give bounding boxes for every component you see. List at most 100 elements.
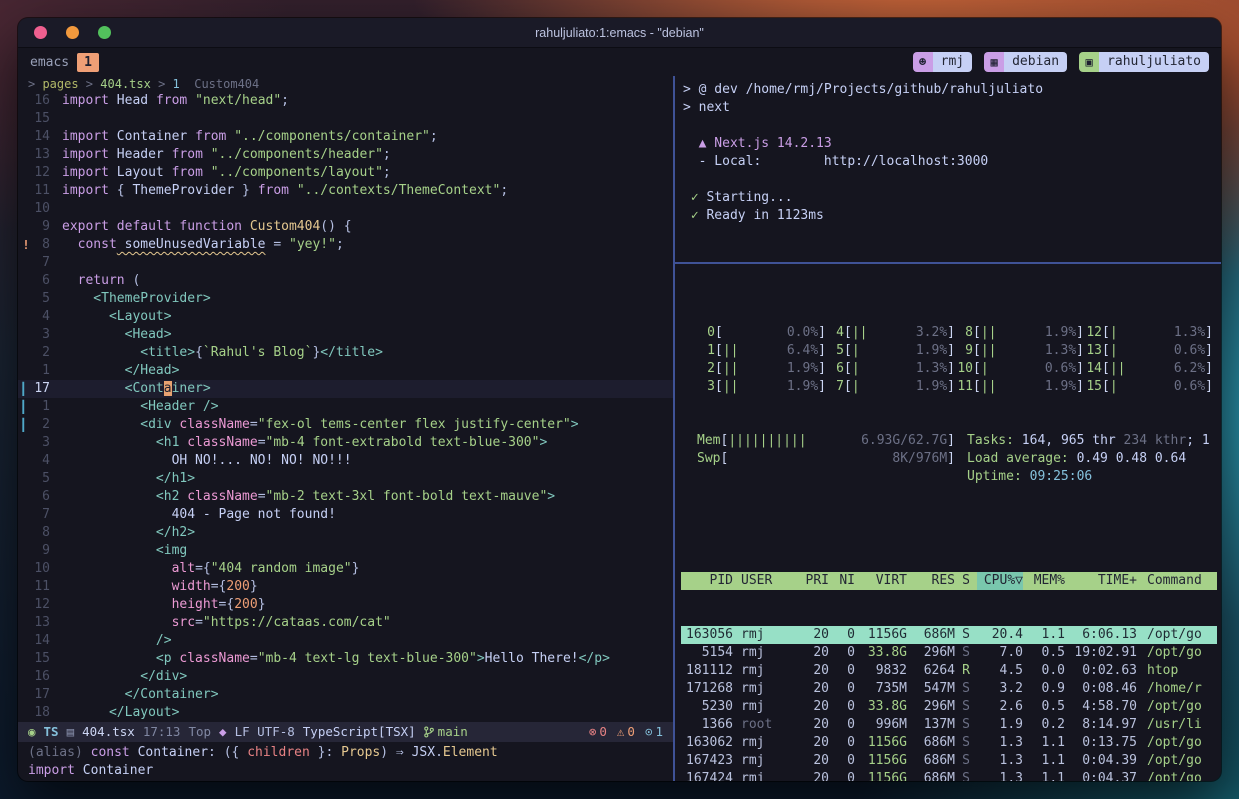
token: 1: [173, 77, 180, 91]
process-row[interactable]: 171268rmj200735M547MS3.20.90:08.46/home/…: [681, 680, 1217, 698]
code-line[interactable]: 16 </div>: [18, 668, 673, 686]
code-line[interactable]: 8 </h2>: [18, 524, 673, 542]
code-line[interactable]: 1 </Head>: [18, 362, 673, 380]
token: "mb-4 font-extrabold text-blue-300": [266, 435, 540, 450]
tmux-status-bar: emacs 1 ☻rmj▦debian▣rahuljuliato: [18, 48, 1221, 76]
code-line[interactable]: 7: [18, 254, 673, 272]
column-header-time[interactable]: TIME+: [1065, 572, 1137, 590]
maximize-button[interactable]: [98, 26, 111, 39]
process-row[interactable]: 167423rmj2001156G686MS1.31.10:04.39/opt/…: [681, 752, 1217, 770]
code-line[interactable]: 9export default function Custom404() {: [18, 218, 673, 236]
code-text: </h1>: [62, 470, 195, 488]
cell-ni: 0: [829, 698, 855, 716]
memory-meter: Mem[||||||||||6.93G/62.7G]: [697, 432, 955, 450]
tmux-session-name[interactable]: emacs: [30, 55, 69, 70]
code-line[interactable]: 18 </Layout>: [18, 704, 673, 722]
code-line[interactable]: 17 </Container>: [18, 686, 673, 704]
code-line[interactable]: 2 <title>{`Rahul's Blog`}</title>: [18, 344, 673, 362]
code-line[interactable]: 13 src="https://cataas.com/cat": [18, 614, 673, 632]
code-line[interactable]: 11import { ThemeProvider } from "../cont…: [18, 182, 673, 200]
fringe: [18, 632, 34, 650]
process-row[interactable]: 1366root200996M137MS1.90.28:14.97/usr/li: [681, 716, 1217, 734]
code-line[interactable]: ▎1 <Header />: [18, 398, 673, 416]
cell-ni: 0: [829, 662, 855, 680]
token: ✓: [683, 190, 706, 205]
process-row[interactable]: 181112rmj20098326264R4.50.00:02.63htop: [681, 662, 1217, 680]
column-header-res[interactable]: RES: [907, 572, 955, 590]
column-header-cpu[interactable]: CPU%▽: [977, 572, 1023, 590]
code-text: <h2 className="mb-2 text-3xl font-bold t…: [62, 488, 555, 506]
cpu-percent: 0.6%: [1174, 378, 1205, 396]
code-line[interactable]: 7 404 - Page not found!: [18, 506, 673, 524]
column-header-user[interactable]: USER: [733, 572, 795, 590]
code-line[interactable]: 14 />: [18, 632, 673, 650]
cell-time: 19:02.91: [1065, 644, 1137, 662]
cpu-meter-13: 13[|0.6%]: [1084, 342, 1213, 360]
column-header-s[interactable]: S: [955, 572, 977, 590]
code-line[interactable]: 15: [18, 110, 673, 128]
token: [62, 237, 78, 252]
column-header-pid[interactable]: PID: [681, 572, 733, 590]
code-line[interactable]: 10: [18, 200, 673, 218]
code-line[interactable]: 12 height={200}: [18, 596, 673, 614]
token: </Layout>: [62, 705, 179, 720]
cpu-id: 9: [955, 342, 973, 360]
code-line[interactable]: 13import Header from "../components/head…: [18, 146, 673, 164]
code-line[interactable]: 3 <Head>: [18, 326, 673, 344]
token: "yey!": [289, 237, 336, 252]
meter-label: Mem: [697, 432, 720, 450]
code-line[interactable]: 3 <h1 className="mb-4 font-extrabold tex…: [18, 434, 673, 452]
code-line[interactable]: 16import Head from "next/head";: [18, 92, 673, 110]
process-row[interactable]: 5230rmj20033.8G296MS2.60.54:58.70/opt/go: [681, 698, 1217, 716]
code-line[interactable]: 14import Container from "../components/c…: [18, 128, 673, 146]
minimize-button[interactable]: [66, 26, 79, 39]
code-text: export default function Custom404() {: [62, 218, 352, 236]
cpu-meter-4: 4[||3.2%]: [826, 324, 955, 342]
token: width: [62, 579, 211, 594]
tmux-window-index[interactable]: 1: [77, 53, 99, 72]
cpu-bar: [723, 324, 787, 342]
close-button[interactable]: [34, 26, 47, 39]
code-line[interactable]: 15 <p className="mb-4 text-lg text-blue-…: [18, 650, 673, 668]
token: alt: [62, 561, 195, 576]
code-line[interactable]: 11 width={200}: [18, 578, 673, 596]
column-header-mem[interactable]: MEM%: [1023, 572, 1065, 590]
text: ]: [818, 378, 826, 396]
token: "../components/header": [203, 147, 383, 162]
token: >: [151, 77, 173, 91]
column-header-cmd[interactable]: Command: [1137, 572, 1217, 590]
code-line[interactable]: 9 <img: [18, 542, 673, 560]
column-header-ni[interactable]: NI: [829, 572, 855, 590]
cell-s: S: [955, 644, 977, 662]
code-line[interactable]: 4 OH NO!... NO! NO! NO!!!: [18, 452, 673, 470]
code-line[interactable]: !8 const someUnusedVariable = "yey!";: [18, 236, 673, 254]
code-line[interactable]: 5 </h1>: [18, 470, 673, 488]
column-header-virt[interactable]: VIRT: [855, 572, 907, 590]
code-line[interactable]: 10 alt={"404 random image"}: [18, 560, 673, 578]
cpu-percent: 0.6%: [1045, 360, 1076, 378]
token: <Head>: [62, 327, 172, 342]
user-icon: ☻: [913, 52, 933, 72]
cell-cmd: htop: [1137, 662, 1217, 680]
fringe: [18, 128, 34, 146]
code-line[interactable]: 6 <h2 className="mb-2 text-3xl font-bold…: [18, 488, 673, 506]
column-header-pri[interactable]: PRI: [795, 572, 829, 590]
process-row[interactable]: 5154rmj20033.8G296MS7.00.519:02.91/opt/g…: [681, 644, 1217, 662]
line-number: 12: [34, 596, 62, 614]
line-number: 11: [34, 182, 62, 200]
code-line[interactable]: 12import Layout from "../components/layo…: [18, 164, 673, 182]
code-line[interactable]: 4 <Layout>: [18, 308, 673, 326]
code-line[interactable]: ▎17 <Container>: [18, 380, 673, 398]
text: [: [720, 450, 728, 468]
code-line[interactable]: ▎2 <div className="fex-ol tems-center fl…: [18, 416, 673, 434]
echo-line: (alias) const Container: ({ children }: …: [28, 744, 663, 762]
cpu-id: 4: [826, 324, 844, 342]
code-line[interactable]: 5 <ThemeProvider>: [18, 290, 673, 308]
code-area[interactable]: 16import Head from "next/head"; 15 14imp…: [18, 92, 673, 722]
process-row[interactable]: 167424rmj2001156G686MS1.31.10:04.37/opt/…: [681, 770, 1217, 781]
swap-meter: Swp[8K/976M]: [697, 450, 955, 468]
code-line[interactable]: 6 return (: [18, 272, 673, 290]
process-row[interactable]: 163062rmj2001156G686MS1.31.10:13.75/opt/…: [681, 734, 1217, 752]
line-number: 16: [34, 668, 62, 686]
process-row[interactable]: 163056rmj2001156G686MS20.41.16:06.13/opt…: [681, 626, 1217, 644]
